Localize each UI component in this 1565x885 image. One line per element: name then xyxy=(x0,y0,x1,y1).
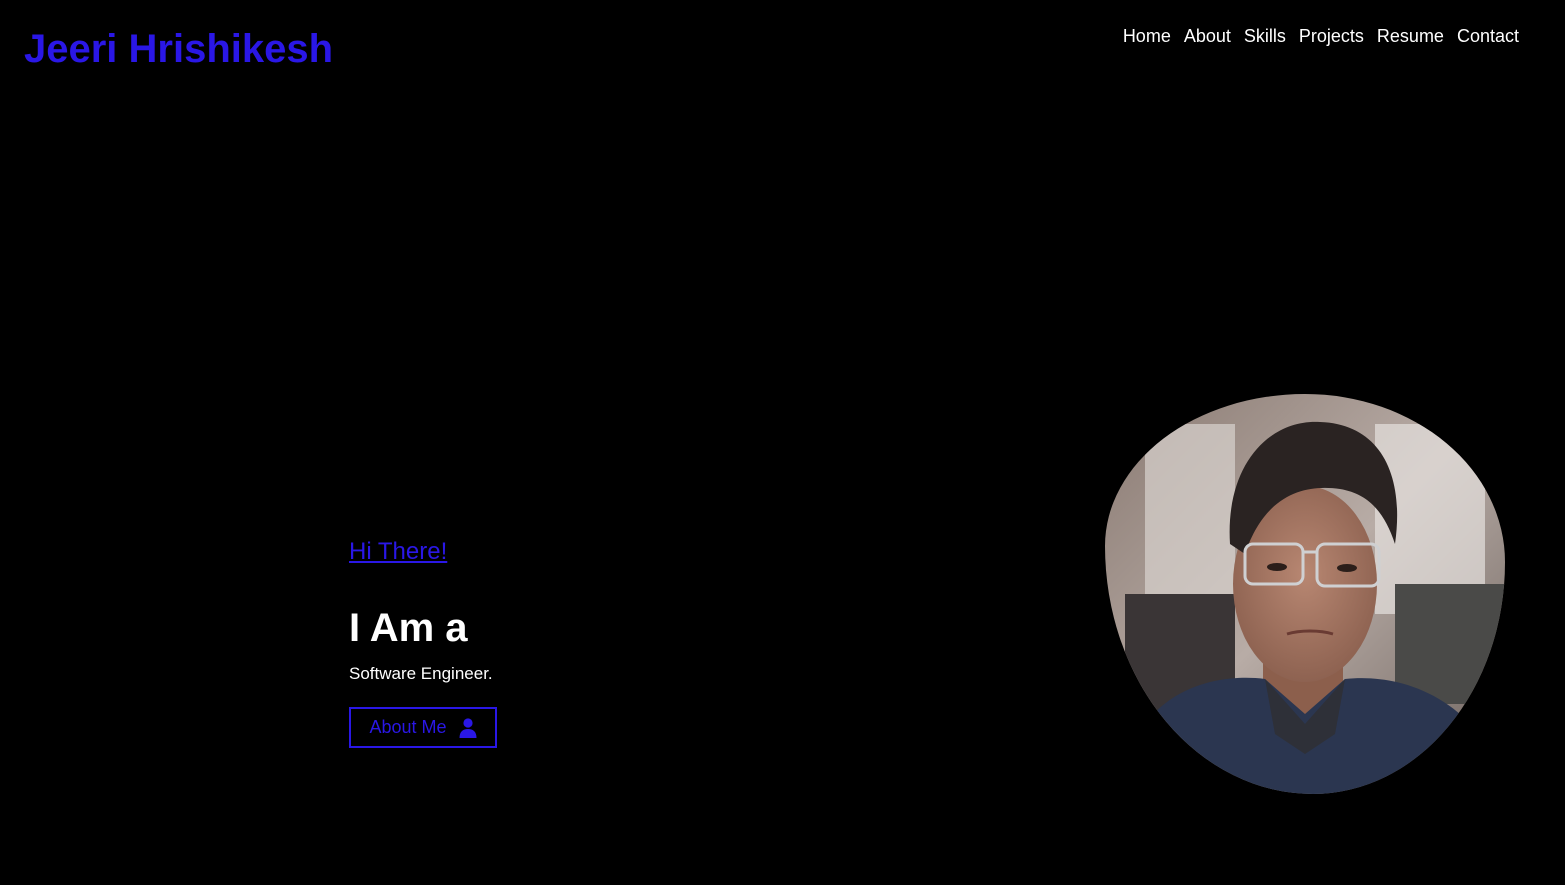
nav-about[interactable]: About xyxy=(1184,24,1231,48)
nav-resume[interactable]: Resume xyxy=(1377,24,1444,48)
nav-skills[interactable]: Skills xyxy=(1244,24,1286,48)
user-icon xyxy=(459,717,477,738)
hero-section: Hi There! I Am a Software Engineer. Abou… xyxy=(349,536,497,748)
role-text: Software Engineer. xyxy=(349,664,493,683)
profile-photo xyxy=(1105,394,1505,794)
main-nav: Home About Skills Projects Resume Contac… xyxy=(1123,24,1519,48)
about-me-label: About Me xyxy=(369,717,447,737)
page: Jeeri Hrishikesh Home About Skills Proje… xyxy=(0,0,1565,885)
about-me-button[interactable]: About Me xyxy=(349,707,497,748)
hero-headline: I Am a xyxy=(349,606,468,650)
nav-home[interactable]: Home xyxy=(1123,24,1171,48)
nav-projects[interactable]: Projects xyxy=(1299,24,1364,48)
nav-contact[interactable]: Contact xyxy=(1457,24,1519,48)
brand-logo[interactable]: Jeeri Hrishikesh xyxy=(24,24,333,74)
greeting-link[interactable]: Hi There! xyxy=(349,536,447,568)
